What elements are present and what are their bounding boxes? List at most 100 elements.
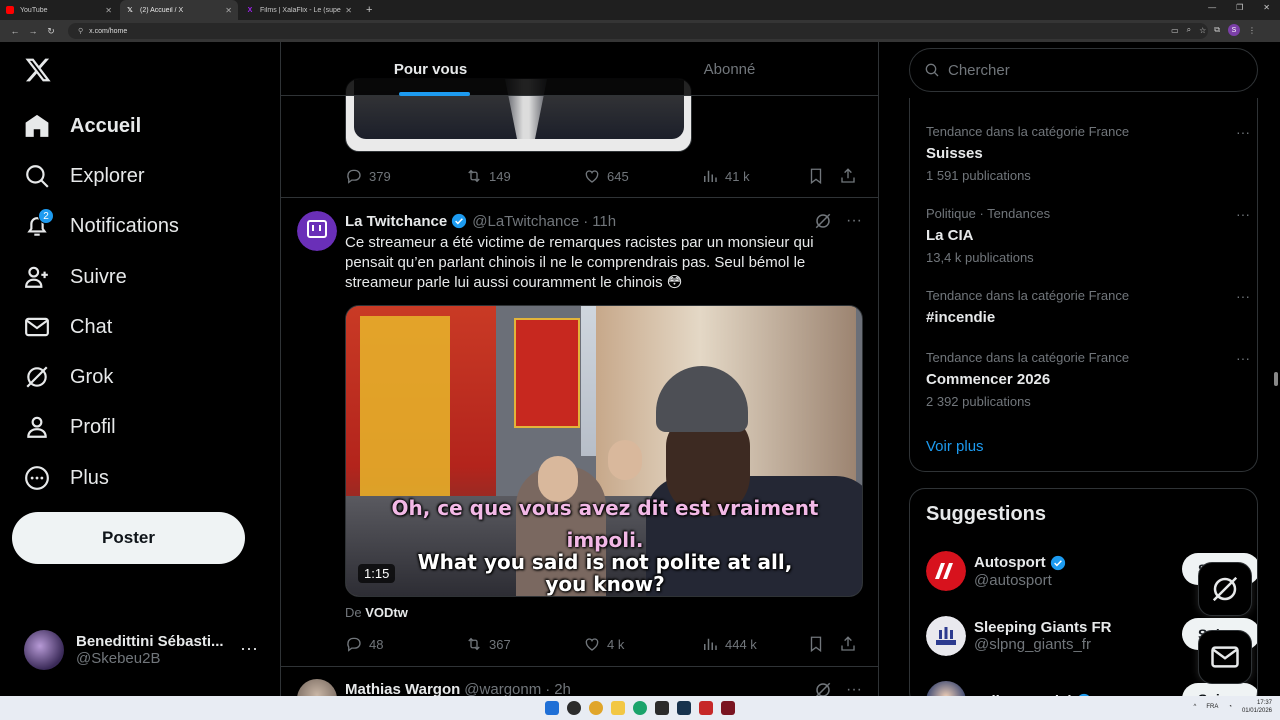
nav-item-explorer[interactable]: Explorer xyxy=(24,156,144,196)
trend-name: Commencer 2026 xyxy=(926,371,1051,388)
bookmark-star-icon[interactable]: ☆ xyxy=(1199,26,1206,35)
copilot-icon[interactable] xyxy=(567,701,581,715)
more-icon[interactable]: ··· xyxy=(1236,350,1250,366)
close-icon[interactable]: ✕ xyxy=(225,6,232,15)
tweet-time[interactable]: 11h xyxy=(592,213,616,230)
tab-pour-vous[interactable]: Pour vous xyxy=(281,42,580,96)
avatar[interactable] xyxy=(297,211,337,251)
browser-profile-avatar[interactable]: S xyxy=(1228,24,1240,36)
more-icon[interactable]: ··· xyxy=(1236,288,1250,304)
reload-icon[interactable]: ↻ xyxy=(42,26,60,37)
site-info-icon[interactable]: ⚲ xyxy=(78,27,83,35)
media-icon[interactable] xyxy=(721,701,735,715)
views-button[interactable]: 444 k xyxy=(701,635,757,653)
tweet-author-name[interactable]: Mathias Wargon xyxy=(345,681,460,696)
maximize-icon[interactable]: ❐ xyxy=(1236,3,1243,12)
browser-tab-xalaflix[interactable]: X Films | XalaFlix - Le (super) site ✕ xyxy=(240,0,358,20)
extensions-icon[interactable]: ⧉ xyxy=(1214,25,1220,35)
tray-arrow-icon[interactable]: ^ xyxy=(1194,704,1197,710)
cast-icon[interactable]: ▭ xyxy=(1171,26,1179,35)
reply-button[interactable]: 48 xyxy=(345,635,465,653)
grok-icon[interactable] xyxy=(814,681,832,696)
like-count: 4 k xyxy=(607,636,625,652)
os-taskbar: ^ FRA ◔ 17:37 01/01/2026 xyxy=(0,696,1280,720)
forward-icon[interactable]: → xyxy=(24,26,42,36)
editor-icon[interactable] xyxy=(655,701,669,715)
url-field[interactable]: ⚲ x.com/home xyxy=(68,23,1208,39)
grok-floating-button[interactable] xyxy=(1198,562,1252,616)
language-indicator[interactable]: FRA xyxy=(1206,704,1218,710)
page-scrollbar[interactable] xyxy=(1272,42,1280,696)
share-icon[interactable] xyxy=(839,635,857,653)
nav-item-grok[interactable]: Grok xyxy=(24,357,113,397)
repost-button[interactable]: 367 xyxy=(465,635,583,653)
zoom-icon[interactable]: ⌕ xyxy=(1187,25,1191,35)
url-text: x.com/home xyxy=(89,27,128,35)
repost-count: 367 xyxy=(489,636,511,652)
avatar[interactable] xyxy=(297,679,337,696)
search-box[interactable] xyxy=(909,48,1258,92)
more-icon[interactable]: ··· xyxy=(846,681,862,696)
tweet-author-name[interactable]: La Twitchance xyxy=(345,213,447,230)
reply-button[interactable]: 379 xyxy=(345,167,465,185)
nav-item-suivre[interactable]: Suivre xyxy=(24,257,127,297)
bookmark-icon[interactable] xyxy=(807,167,825,185)
scrollbar-thumb[interactable] xyxy=(1274,372,1278,386)
close-icon[interactable]: ✕ xyxy=(105,6,112,15)
volume-icon[interactable]: ◔ xyxy=(1228,704,1232,710)
nav-item-chat[interactable]: Chat xyxy=(24,307,112,347)
more-icon[interactable]: ··· xyxy=(1236,206,1250,222)
account-handle: @Skebeu2B xyxy=(76,650,161,667)
bookmark-icon[interactable] xyxy=(807,635,825,653)
trend-item[interactable]: Tendance dans la catégorie France Suisse… xyxy=(926,124,1250,183)
back-icon[interactable]: ← xyxy=(6,26,24,36)
app-icon[interactable] xyxy=(633,701,647,715)
grok-icon[interactable] xyxy=(814,212,832,230)
close-icon[interactable]: ✕ xyxy=(345,6,352,15)
x-logo-icon[interactable] xyxy=(24,56,52,84)
repost-button[interactable]: 149 xyxy=(465,167,583,185)
steam-icon[interactable] xyxy=(677,701,691,715)
tweet-author-handle[interactable]: @LaTwitchance xyxy=(472,213,579,230)
see-more-link[interactable]: Voir plus xyxy=(926,438,984,455)
source-link[interactable]: VODtw xyxy=(365,605,408,620)
browser-tab-youtube[interactable]: YouTube ✕ xyxy=(0,0,118,20)
reply-count: 48 xyxy=(369,636,384,652)
tweet-author-handle[interactable]: @wargonm xyxy=(464,681,541,696)
browser-menu-icon[interactable]: ⋮ xyxy=(1248,26,1256,35)
nav-item-profil[interactable]: Profil xyxy=(24,407,116,447)
new-tab-button[interactable]: + xyxy=(366,4,372,16)
nav-item-accueil[interactable]: Accueil xyxy=(24,106,141,146)
tweet-tools: ··· xyxy=(814,212,862,230)
views-button[interactable]: 41 k xyxy=(701,167,750,185)
nav-item-notifications[interactable]: 2 Notifications xyxy=(24,206,179,246)
trend-item[interactable]: Tendance dans la catégorie France #incen… xyxy=(926,288,1250,326)
minimize-icon[interactable]: — xyxy=(1208,3,1216,12)
trend-item[interactable]: Tendance dans la catégorie France Commen… xyxy=(926,350,1250,409)
game-icon[interactable] xyxy=(699,701,713,715)
feed-tabs: Pour vous Abonné xyxy=(281,42,878,96)
like-button[interactable]: 645 xyxy=(583,167,701,185)
like-button[interactable]: 4 k xyxy=(583,635,701,653)
search-input[interactable] xyxy=(948,61,1248,79)
more-icon[interactable]: ··· xyxy=(1236,124,1250,140)
share-icon[interactable] xyxy=(839,167,857,185)
windows-start-icon[interactable] xyxy=(545,701,559,715)
post-button[interactable]: Poster xyxy=(12,512,245,564)
nav-item-plus[interactable]: Plus xyxy=(24,458,109,498)
messages-floating-button[interactable] xyxy=(1198,630,1252,684)
trend-item[interactable]: Politique · Tendances La CIA 13,4 k publ… xyxy=(926,206,1250,265)
browser-tab-x[interactable]: 𝕏 (2) Accueil / X ✕ xyxy=(120,0,238,20)
more-icon[interactable]: ··· xyxy=(240,638,258,659)
file-explorer-icon[interactable] xyxy=(611,701,625,715)
tweet-video[interactable]: Oh, ce que vous avez dit est vraiment im… xyxy=(345,305,863,597)
clock[interactable]: 17:37 01/01/2026 xyxy=(1242,699,1272,715)
tab-abonne[interactable]: Abonné xyxy=(580,42,878,96)
chrome-icon[interactable] xyxy=(589,701,603,715)
more-icon[interactable]: ··· xyxy=(846,212,862,230)
like-count: 645 xyxy=(607,168,629,184)
tweet-time[interactable]: 2h xyxy=(554,681,571,696)
account-switcher[interactable]: Benedittini Sébasti... @Skebeu2B ··· xyxy=(24,630,264,670)
secondary-actions xyxy=(807,167,857,185)
close-window-icon[interactable]: ✕ xyxy=(1263,3,1270,12)
